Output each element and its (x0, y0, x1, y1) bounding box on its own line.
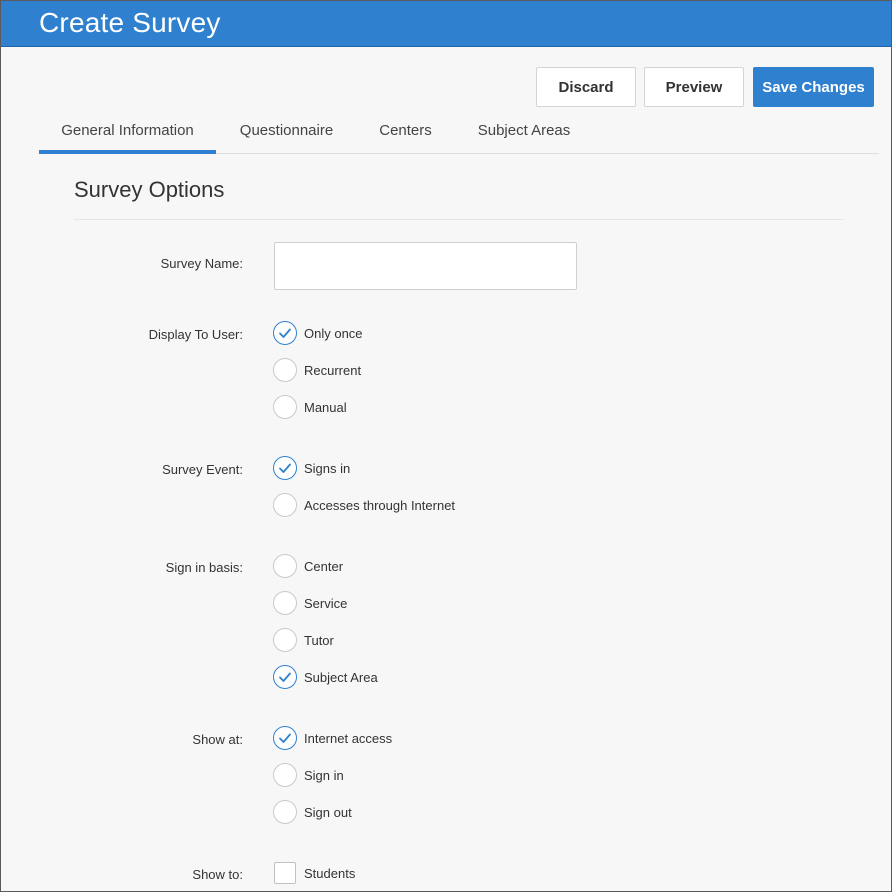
radio-recurrent[interactable]: Recurrent (273, 358, 361, 382)
checkmark-icon (273, 726, 297, 750)
sign-in-basis-label: Sign in basis: (165, 560, 243, 575)
radio-label: Internet access (304, 730, 393, 746)
survey-name-label: Survey Name: (160, 256, 243, 271)
radio-label: Signs in (304, 460, 351, 476)
radio-label: Recurrent (304, 362, 362, 378)
radio-label: Sign in (304, 767, 344, 783)
section-divider (74, 219, 844, 220)
checkmark-icon (273, 321, 297, 345)
checkbox-label: Students (304, 865, 356, 881)
section-title: Survey Options (74, 177, 225, 202)
radio-label: Center (304, 558, 344, 574)
tab-centers[interactable]: Centers (369, 107, 442, 153)
radio-label: Only once (304, 325, 363, 341)
radio-service[interactable]: Service (273, 591, 347, 615)
page-title: Create Survey (39, 7, 221, 38)
radio-subject-area[interactable]: Subject Area (273, 665, 378, 689)
tab-subject-areas[interactable]: Subject Areas (471, 107, 577, 153)
radio-accesses-through-internet[interactable]: Accesses through Internet (273, 493, 455, 517)
discard-button[interactable]: Discard (536, 67, 636, 107)
checkmark-icon (273, 456, 297, 480)
checkbox-students[interactable]: Students (274, 861, 355, 885)
tab-questionnaire[interactable]: Questionnaire (229, 107, 344, 153)
checkbox-icon (274, 862, 296, 884)
show-at-label: Show at: (192, 732, 243, 747)
radio-circle-icon (273, 628, 297, 652)
tab-bar: General Information Questionnaire Center… (39, 107, 879, 154)
radio-tutor[interactable]: Tutor (273, 628, 334, 652)
radio-label: Sign out (304, 804, 352, 820)
display-to-user-label: Display To User: (148, 327, 243, 342)
radio-signs-in[interactable]: Signs in (273, 456, 350, 480)
radio-center[interactable]: Center (273, 554, 343, 578)
title-bar: Create Survey (1, 1, 891, 47)
radio-circle-icon (273, 395, 297, 419)
preview-button[interactable]: Preview (644, 67, 744, 107)
survey-event-label: Survey Event: (162, 462, 243, 477)
radio-circle-icon (273, 358, 297, 382)
radio-manual[interactable]: Manual (273, 395, 347, 419)
radio-circle-icon (273, 554, 297, 578)
radio-only-once[interactable]: Only once (273, 321, 363, 345)
app-window: Create Survey Discard Preview Save Chang… (0, 0, 892, 892)
radio-circle-icon (273, 591, 297, 615)
radio-label: Service (304, 595, 348, 611)
save-changes-button[interactable]: Save Changes (753, 67, 874, 107)
radio-circle-icon (273, 800, 297, 824)
checkmark-icon (273, 665, 297, 689)
radio-label: Tutor (304, 632, 334, 648)
radio-label: Subject Area (304, 669, 378, 685)
radio-sign-out[interactable]: Sign out (273, 800, 352, 824)
radio-label: Manual (304, 399, 347, 415)
radio-circle-icon (273, 763, 297, 787)
radio-sign-in[interactable]: Sign in (273, 763, 344, 787)
radio-label: Accesses through Internet (304, 497, 456, 513)
radio-internet-access[interactable]: Internet access (273, 726, 392, 750)
tab-general-information[interactable]: General Information (39, 107, 216, 154)
show-to-label: Show to: (192, 867, 243, 882)
radio-circle-icon (273, 493, 297, 517)
survey-name-input[interactable] (274, 242, 577, 290)
